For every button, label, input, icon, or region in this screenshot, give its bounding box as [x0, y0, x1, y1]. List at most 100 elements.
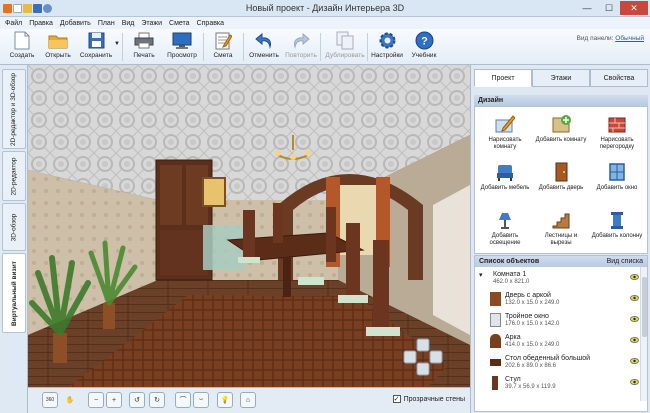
visibility-eye-icon[interactable] — [630, 274, 639, 280]
tab-properties[interactable]: Свойства — [590, 69, 648, 87]
list-item[interactable]: Арка 414.0 x 15.0 x 249.0 — [475, 332, 647, 352]
qa-new-icon[interactable] — [13, 3, 22, 13]
monitor-icon — [172, 31, 192, 50]
menu-help[interactable]: Справка — [197, 20, 224, 27]
svg-text:?: ? — [421, 36, 428, 48]
visibility-eye-icon[interactable] — [630, 295, 639, 301]
quick-access — [0, 3, 52, 13]
light-icon[interactable]: 💡 — [217, 392, 233, 408]
title-bar: Новый проект - Дизайн Интерьера 3D — ☐ ✕ — [0, 0, 650, 17]
list-item[interactable]: Тройное окно 176.0 x 15.0 x 142.0 — [475, 311, 647, 331]
menu-edit[interactable]: Правка — [29, 20, 53, 27]
qa-open-icon[interactable] — [23, 3, 32, 13]
folder-icon — [48, 31, 68, 50]
qa-undo-icon[interactable] — [43, 3, 52, 13]
design-tools-grid: Нарисовать комнату Добавить комнату Нари… — [474, 106, 648, 254]
window-title: Новый проект - Дизайн Интерьера 3D — [245, 3, 405, 13]
visibility-eye-icon[interactable] — [630, 316, 639, 322]
zoom-in-icon[interactable]: + — [106, 392, 122, 408]
tilt-up-icon[interactable]: ⌣ — [193, 392, 209, 408]
list-item[interactable]: Стул 39.7 x 56.9 x 119.9 — [475, 374, 647, 394]
menu-view[interactable]: Вид — [122, 20, 135, 27]
settings-button[interactable]: Настройки — [367, 31, 407, 63]
duplicate-icon — [335, 31, 355, 50]
right-panel: Проект Этажи Свойства Дизайн Нарисовать … — [470, 65, 650, 413]
panel-view-selector[interactable]: Вид панели: Обычный — [577, 35, 644, 42]
save-dropdown-icon[interactable]: ▼ — [114, 41, 120, 47]
hand-icon[interactable]: ✋ — [62, 392, 78, 408]
draw-partition-icon — [606, 113, 628, 135]
tab-project[interactable]: Проект — [474, 69, 532, 87]
visibility-eye-icon[interactable] — [630, 337, 639, 343]
menu-add[interactable]: Добавить — [60, 20, 91, 27]
draw-room-icon — [494, 113, 516, 135]
window-thumbnail-icon — [490, 313, 501, 327]
duplicate-button[interactable]: Дублировать — [323, 31, 367, 63]
table-thumbnail-icon — [490, 359, 501, 366]
collapse-icon[interactable]: ▾ — [479, 271, 483, 279]
list-item[interactable]: ▾ Комната 1 462.0 x 821.0 — [475, 269, 647, 289]
visibility-eye-icon[interactable] — [630, 379, 639, 385]
tutorial-button[interactable]: ? Учебник — [404, 31, 444, 63]
stairs-button[interactable]: Лестницы и вырезы — [535, 203, 587, 259]
floppy-disk-icon — [86, 31, 106, 50]
list-item[interactable]: Стол обеденный большой 202.6 x 89.0 x 86… — [475, 353, 647, 373]
create-button[interactable]: Создать — [2, 31, 42, 63]
add-window-icon — [606, 161, 628, 183]
toolbar: Создать Открыть Сохранить ▼ Печать Просм… — [0, 29, 650, 65]
window-controls: — ☐ ✕ — [576, 1, 648, 15]
gear-icon — [377, 31, 397, 50]
design-section-title: Дизайн — [474, 95, 648, 106]
object-list: Список объектов Вид списка ▾ Комната 1 4… — [474, 255, 648, 412]
print-button[interactable]: Печать — [124, 31, 164, 63]
tab-3d-view[interactable]: 3D-обзор — [2, 203, 26, 251]
tilt-down-icon[interactable]: ⌒ — [175, 392, 191, 408]
panel-view-value[interactable]: Обычный — [615, 35, 644, 42]
add-lighting-button[interactable]: Добавить освещение — [479, 203, 531, 259]
add-column-button[interactable]: Добавить колонну — [591, 203, 643, 259]
right-panel-tabs: Проект Этажи Свойства — [474, 69, 648, 87]
redo-button[interactable]: Повторить — [281, 31, 321, 63]
transparent-walls-toggle[interactable]: ✓ Прозрачные стены — [392, 395, 465, 403]
add-door-icon — [550, 161, 572, 183]
redo-icon — [291, 31, 311, 50]
minimize-button[interactable]: — — [576, 1, 598, 15]
scrollbar-thumb[interactable] — [642, 277, 647, 337]
close-button[interactable]: ✕ — [620, 1, 648, 15]
save-button[interactable]: Сохранить — [76, 31, 116, 63]
menu-plan[interactable]: План — [98, 20, 115, 27]
3d-viewport[interactable] — [28, 65, 470, 387]
menu-floors[interactable]: Этажи — [141, 20, 162, 27]
add-lighting-icon — [494, 209, 516, 231]
zoom-out-icon[interactable]: − — [88, 392, 104, 408]
object-list-scrollbar[interactable] — [640, 267, 647, 401]
tab-floors[interactable]: Этажи — [532, 69, 590, 87]
object-list-header: Список объектов Вид списка — [475, 256, 647, 267]
add-room-icon — [550, 113, 572, 135]
transparent-walls-checkbox[interactable]: ✓ — [392, 395, 401, 403]
new-document-icon — [12, 31, 32, 50]
menu-file[interactable]: Файл — [5, 20, 22, 27]
rotate-right-icon[interactable]: ↻ — [149, 392, 165, 408]
estimate-button[interactable]: Смета — [203, 31, 243, 63]
list-item[interactable]: Дверь с аркой 132.0 x 15.0 x 249.0 — [475, 290, 647, 310]
help-icon: ? — [414, 31, 434, 50]
list-view-toggle[interactable]: Вид списка — [607, 256, 643, 267]
home-icon[interactable]: ⌂ — [240, 392, 256, 408]
qa-save-icon[interactable] — [33, 3, 42, 13]
maximize-button[interactable]: ☐ — [598, 1, 620, 15]
open-button[interactable]: Открыть — [38, 31, 78, 63]
door-thumbnail-icon — [490, 292, 501, 306]
visibility-eye-icon[interactable] — [630, 358, 639, 364]
tab-2d-and-3d[interactable]: 2D-редактор и 3D-обзор — [2, 69, 26, 149]
tab-2d-editor[interactable]: 2D-редактор — [2, 151, 26, 201]
preview-button[interactable]: Просмотр — [162, 31, 202, 63]
printer-icon — [134, 31, 154, 50]
undo-button[interactable]: Отменить — [244, 31, 284, 63]
arch-thumbnail-icon — [490, 334, 501, 348]
menu-estimate[interactable]: Смета — [169, 20, 190, 27]
rotate-left-icon[interactable]: ↺ — [129, 392, 145, 408]
view-360-icon[interactable]: 360 — [42, 392, 58, 408]
tab-virtual-visit[interactable]: Виртуальный визит — [2, 253, 26, 333]
room-scene — [28, 65, 470, 387]
